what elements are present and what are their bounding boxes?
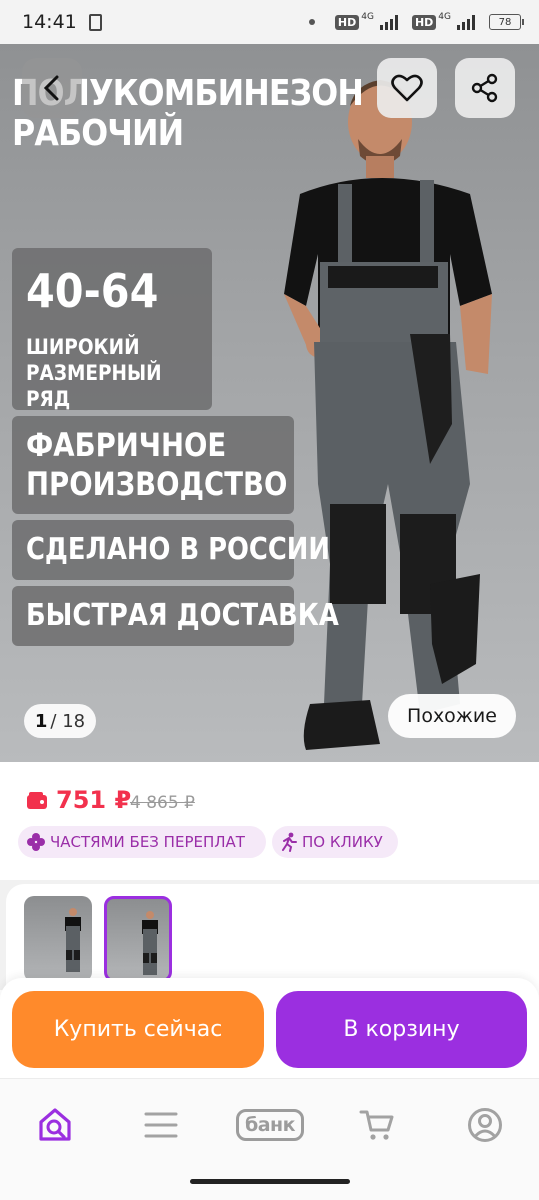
factory-line-1: ФАБРИЧНОЕ — [26, 426, 227, 464]
product-photo-model — [284, 80, 492, 750]
share-icon — [471, 73, 498, 103]
notification-dot-icon — [308, 19, 315, 25]
thumbnails-section — [0, 880, 539, 1004]
status-bar: 14:41 HD 4G HD 4G 78 — [0, 0, 539, 44]
made-in-russia-text: СДЕЛАНО В РОССИИ — [26, 532, 330, 567]
old-price: 4 865 ₽ — [130, 793, 195, 813]
cart-icon — [359, 1110, 394, 1140]
hd-badge-2: HD — [411, 14, 437, 30]
nav-catalog[interactable] — [136, 1103, 186, 1147]
gesture-bar[interactable] — [190, 1179, 350, 1184]
installments-chip-label: ЧАСТЯМИ БЕЗ ПЕРЕПЛАТ — [50, 833, 245, 851]
heart-icon — [391, 74, 423, 102]
bank-icon: банк — [235, 1109, 305, 1141]
nav-home[interactable] — [30, 1103, 80, 1147]
sim-card-icon — [88, 13, 102, 31]
bottom-navigation: банк — [0, 1078, 539, 1200]
made-in-russia-badge: СДЕЛАНО В РОССИИ — [12, 520, 330, 580]
one-click-chip[interactable]: ПО КЛИКУ — [272, 826, 398, 858]
nav-cart[interactable] — [352, 1103, 402, 1147]
buy-now-button[interactable]: Купить сейчас — [12, 991, 264, 1068]
network-type: 4G — [361, 12, 374, 22]
clover-icon — [27, 833, 45, 851]
size-range-caption: ШИРОКИЙ РАЗМЕРНЫЙ РЯД — [26, 335, 162, 411]
home-search-icon — [39, 1108, 71, 1141]
thumbnail-2-selected[interactable] — [104, 896, 172, 982]
one-click-chip-label: ПО КЛИКУ — [302, 833, 383, 851]
favorite-button[interactable] — [377, 58, 437, 118]
size-range-value: 40-64 — [26, 264, 159, 318]
back-button[interactable] — [22, 58, 82, 118]
size-range-badge: 40-64 ШИРОКИЙ РАЗМЕРНЫЙ РЯД — [12, 248, 212, 411]
network-type-2: 4G — [438, 12, 451, 22]
factory-line-2: ПРОИЗВОДСТВО — [26, 465, 288, 503]
back-arrow-icon — [43, 75, 59, 101]
status-time: 14:41 — [22, 11, 77, 33]
hd-badge: HD — [334, 14, 360, 30]
nav-bank[interactable]: банк — [230, 1103, 310, 1147]
product-image-gallery[interactable]: ПОЛУКОМБИНЕЗОН РАБОЧИЙ 40-64 ШИРОКИЙ РАЗ… — [0, 44, 539, 762]
image-counter-current: 1 — [34, 710, 48, 732]
nav-profile[interactable] — [460, 1103, 510, 1147]
current-price: 751 ₽ — [56, 786, 132, 814]
battery-icon: 78 — [489, 14, 524, 30]
signal-icon-2 — [457, 14, 475, 30]
factory-badge: ФАБРИЧНОЕ ПРОИЗВОДСТВО — [12, 416, 294, 514]
thumbnail-1[interactable] — [24, 896, 92, 982]
purchase-actions: Купить сейчас В корзину — [0, 978, 539, 1078]
price-section: 751 ₽ 4 865 ₽ ЧАСТЯМИ БЕЗ ПЕРЕПЛАТ ПО КЛ… — [0, 762, 539, 880]
fast-delivery-text: БЫСТРАЯ ДОСТАВКА — [26, 598, 339, 633]
status-indicators: HD 4G HD 4G 78 — [308, 12, 524, 30]
catalog-icon — [144, 1112, 178, 1138]
fast-delivery-badge: БЫСТРАЯ ДОСТАВКА — [12, 586, 339, 646]
add-to-cart-button[interactable]: В корзину — [276, 991, 527, 1068]
image-counter-total: / 18 — [50, 710, 86, 732]
running-man-icon — [282, 832, 297, 852]
installments-chip[interactable]: ЧАСТЯМИ БЕЗ ПЕРЕПЛАТ — [18, 826, 266, 858]
similar-products-button[interactable]: Похожие — [388, 694, 516, 738]
profile-icon — [468, 1108, 502, 1142]
share-button[interactable] — [455, 58, 515, 118]
thumbnail-model-figure — [65, 908, 81, 972]
wallet-icon — [27, 792, 47, 809]
thumbnail-model-figure-2 — [142, 911, 158, 975]
signal-icon — [379, 14, 398, 30]
image-counter: 1 / 18 — [24, 704, 96, 738]
